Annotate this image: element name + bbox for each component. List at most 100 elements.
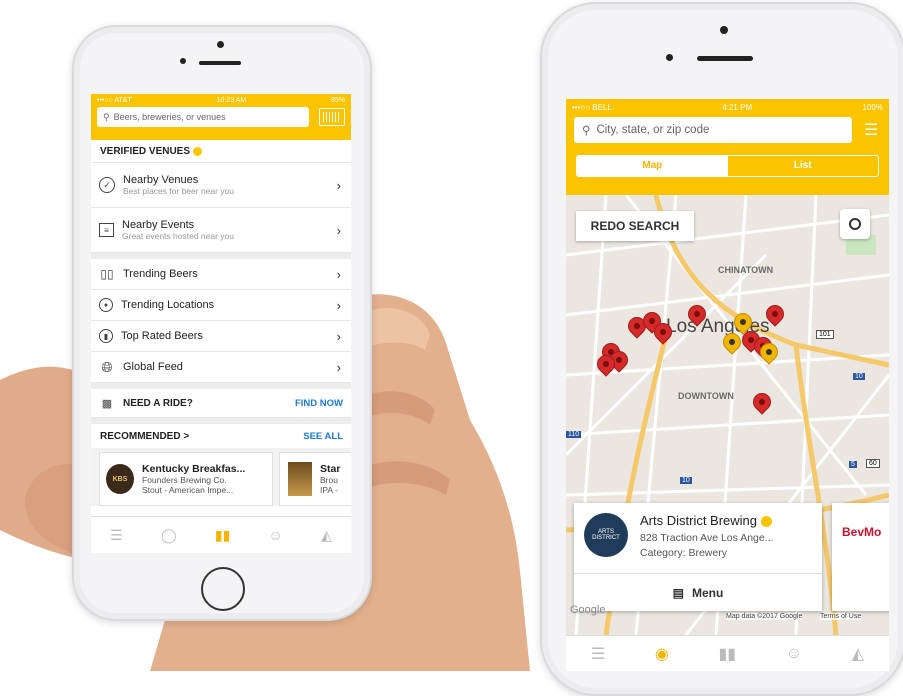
status-bar: •••○○ BELL 4:21 PM 100% [566,99,889,117]
chevron-right-icon: › [336,266,341,282]
brewery-name: Brou [320,475,338,485]
row-subtitle: Great events hosted near you [122,231,234,241]
see-all-link[interactable]: SEE ALL [303,431,343,442]
highway-shield-101: 101 [816,330,834,339]
car-icon: ▩ [101,397,113,410]
recommended-header: RECOMMENDED > SEE ALL [91,424,351,448]
check-circle-icon: ✓ [99,177,115,193]
row-title: Trending Beers [123,268,198,280]
earpiece-speaker [199,61,241,65]
inbox-tab-icon[interactable]: ◭ [321,527,332,544]
calendar-icon: ≡ [99,223,114,237]
venue-address: 828 Traction Ave Los Ange... [640,532,774,544]
venue-category: Category: Brewery [640,547,727,559]
globe-icon: 🌐︎ [101,358,113,375]
row-title: Nearby Venues [123,174,199,186]
home-button[interactable] [201,567,245,611]
search-icon: ⚲ [103,111,110,122]
tab-bar: ☰ ◯ ▮▮ ☺ ◭ [91,516,351,553]
list-item-nearby-events[interactable]: ≡ Nearby Events Great events hosted near… [91,208,351,253]
brewery-name: Founders Brewing Co. [142,475,227,485]
map-pin-tab-icon[interactable]: ◯ [161,527,177,544]
crosshair-icon [849,218,861,230]
bevmo-logo: BevMo [842,525,882,539]
chevron-right-icon: › [336,328,341,344]
highway-shield-10b: 10 [680,477,692,484]
row-title: Top Rated Beers [121,330,203,342]
left-phone-screen: •••○○ AT&T 10:23 AM 85% ⚲ Beers, breweri… [91,94,351,553]
menu-button[interactable]: ▤ Menu [574,573,822,612]
menu-icon: ▤ [672,586,684,600]
search-input[interactable]: ⚲ Beers, breweries, or venues [97,107,310,127]
list-tab-icon[interactable]: ☰ [110,527,123,544]
bottles-icon: ▯▯ [100,267,114,281]
row-subtitle: Best places for beer near you [123,186,235,196]
google-logo: Google [570,604,606,616]
front-camera [217,41,224,48]
search-placeholder: City, state, or zip code [596,124,710,136]
clock: 10:23 AM [216,97,247,104]
highway-shield-5: 5 [849,461,857,468]
find-now-link[interactable]: FIND NOW [295,398,343,409]
list-item-top-rated-beers[interactable]: ▮ Top Rated Beers › [91,321,351,352]
beer-name: Star [320,463,341,475]
filter-sliders-icon[interactable]: ☰ [864,120,878,140]
terms-of-use-link[interactable]: Terms of Use [820,613,862,620]
map-label-chinatown: CHINATOWN [718,265,774,275]
chevron-right-icon: › [336,177,341,193]
beer-cheers-tab-icon[interactable]: ▮▮ [215,527,230,544]
venue-name: Arts District Brewing [640,513,772,528]
battery-label: 85% [330,97,345,104]
clock: 4:21 PM [722,103,753,112]
list-item-trending-beers[interactable]: ▯▯ Trending Beers › [91,259,351,290]
chevron-right-icon: › [336,297,341,313]
verified-badge-icon [760,516,772,528]
beer-cheers-tab-icon[interactable]: ▮▮ [718,644,736,664]
barcode-scan-icon[interactable] [319,108,345,126]
beer-card[interactable]: Star Brou IPA - [279,452,351,506]
location-pin-icon: ● [99,298,113,312]
beer-name: Kentucky Breakfas... [142,463,246,475]
map-view[interactable]: REDO SEARCH CHINATOWN Los Angeles DOWNTO… [566,195,889,635]
verified-venues-header: VERIFIED VENUES [91,140,351,163]
list-tab-icon[interactable]: ☰ [591,644,605,664]
highway-shield-60: 60 [866,459,880,468]
recommended-title[interactable]: RECOMMENDED > [100,431,189,442]
profile-tab-icon[interactable]: ☺ [786,645,802,663]
proximity-sensor [666,54,673,61]
beer-card[interactable]: KBS Kentucky Breakfas... Founders Brewin… [99,452,273,506]
recommended-carousel: KBS Kentucky Breakfas... Founders Brewin… [91,448,351,506]
highway-shield-10: 10 [853,373,865,380]
redo-search-button[interactable]: REDO SEARCH [576,211,694,241]
list-item-global-feed[interactable]: 🌐︎ Global Feed › [91,352,351,383]
profile-tab-icon[interactable]: ☺ [269,527,283,543]
ride-label: NEED A RIDE? [123,397,193,409]
tab-list[interactable]: List [728,156,879,176]
front-camera [720,26,728,34]
row-title: Trending Locations [121,299,215,311]
tab-map[interactable]: Map [577,156,728,176]
beer-style: Stout - American Impe... [142,485,234,495]
my-location-button[interactable] [840,209,870,239]
venue-card[interactable]: ARTS DISTRICT Arts District Brewing 828 … [574,503,822,611]
venue-card-next[interactable]: BevMo [832,503,889,611]
header: •••○○ BELL 4:21 PM 100% ⚲ City, state, o… [566,99,889,195]
beer-bottle-image [288,462,312,496]
search-placeholder: Beers, breweries, or venues [113,112,226,122]
carrier-label: •••○○ AT&T [97,97,132,104]
verified-badge-icon [193,146,203,156]
row-title: Global Feed [123,361,183,373]
map-list-toggle: Map List [576,155,879,177]
highway-shield-110: 110 [566,431,582,438]
beer-style: IPA - [320,485,338,495]
earpiece-speaker [697,56,753,61]
inbox-tab-icon[interactable]: ◭ [852,644,864,664]
arts-district-logo: ARTS DISTRICT [584,513,628,557]
list-item-trending-locations[interactable]: ● Trending Locations › [91,290,351,321]
need-a-ride-row[interactable]: ▩ NEED A RIDE? FIND NOW [91,389,351,418]
list-item-nearby-venues[interactable]: ✓ Nearby Venues Best places for beer nea… [91,163,351,208]
right-phone-screen: •••○○ BELL 4:21 PM 100% ⚲ City, state, o… [566,99,889,671]
map-pin-tab-icon[interactable]: ◉ [655,644,669,664]
location-search-input[interactable]: ⚲ City, state, or zip code [574,117,852,143]
header: •••○○ AT&T 10:23 AM 85% ⚲ Beers, breweri… [91,94,351,140]
